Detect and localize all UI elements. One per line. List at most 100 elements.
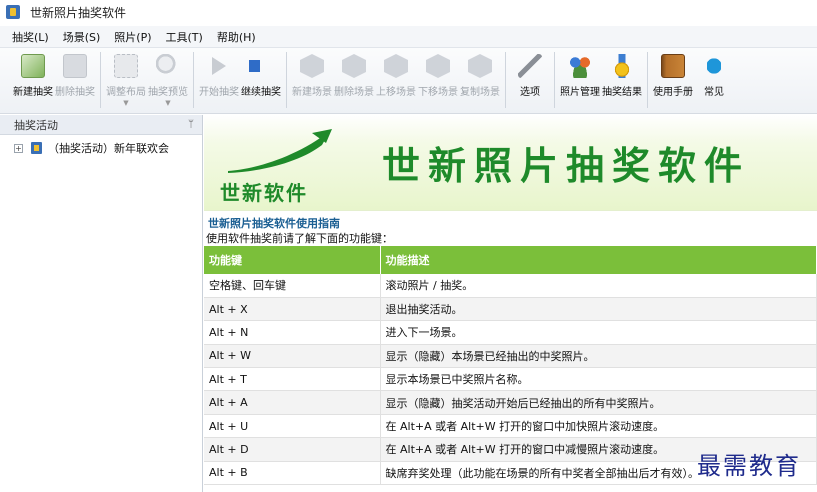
shortcut-key: Alt + U bbox=[204, 414, 381, 439]
move-up-scene-label: 上移场景 bbox=[376, 87, 416, 98]
toolbar: 新建抽奖 删除抽奖 调整布局 ▼ 抽奖预览 ▼ 开始抽奖 继续抽奖 新建场景 删… bbox=[0, 48, 817, 114]
pin-icon[interactable]: ᛘ bbox=[188, 119, 194, 130]
toolbar-separator bbox=[193, 52, 194, 108]
photo-manage-button[interactable]: 照片管理 bbox=[559, 52, 601, 98]
book-icon bbox=[661, 54, 685, 78]
toolbar-separator bbox=[554, 52, 555, 108]
table-row: Alt + X 退出抽奖活动。 bbox=[204, 297, 817, 322]
move-down-scene-button[interactable]: 下移场景 bbox=[417, 52, 459, 98]
lottery-preview-button[interactable]: 抽奖预览 ▼ bbox=[147, 52, 189, 107]
table-header-row: 功能键 功能描述 bbox=[204, 246, 817, 274]
expand-icon[interactable]: + bbox=[14, 143, 23, 153]
copy-scene-icon bbox=[468, 54, 492, 78]
shortcut-key: Alt + D bbox=[204, 437, 381, 462]
logo-text: 世新软件 bbox=[220, 181, 308, 205]
layout-icon bbox=[114, 54, 138, 78]
shortcut-key: Alt + X bbox=[204, 297, 381, 322]
table-row: Alt + W 显示（隐藏）本场景已经抽出的中奖照片。 bbox=[204, 344, 817, 369]
copy-scene-label: 复制场景 bbox=[460, 87, 500, 98]
adjust-layout-button[interactable]: 调整布局 ▼ bbox=[105, 52, 147, 107]
user-manual-label: 使用手册 bbox=[653, 87, 693, 98]
shortcut-description: 退出抽奖活动。 bbox=[380, 297, 817, 322]
new-lottery-button[interactable]: 新建抽奖 bbox=[12, 52, 54, 98]
start-lottery-button[interactable]: 开始抽奖 bbox=[198, 52, 240, 98]
delete-scene-icon bbox=[342, 54, 366, 78]
continue-icon bbox=[249, 55, 273, 77]
shortcut-description: 滚动照片 / 抽奖。 bbox=[380, 274, 817, 298]
banner-title: 世新照片抽奖软件 bbox=[382, 143, 751, 188]
options-button[interactable]: 选项 bbox=[510, 52, 550, 98]
shortcut-key: Alt + N bbox=[204, 320, 381, 345]
move-up-scene-button[interactable]: 上移场景 bbox=[375, 52, 417, 98]
toolbar-separator bbox=[505, 52, 506, 108]
shortcut-description: 显示（隐藏）本场景已经抽出的中奖照片。 bbox=[380, 344, 817, 369]
faq-button[interactable]: 常见 bbox=[694, 52, 734, 98]
new-scene-label: 新建场景 bbox=[292, 87, 332, 98]
panel-title: 抽奖活动 bbox=[14, 118, 58, 132]
delete-scene-label: 删除场景 bbox=[334, 87, 374, 98]
panel-header: 抽奖活动 ᛘ bbox=[0, 115, 202, 135]
table-row: 空格键、回车键 滚动照片 / 抽奖。 bbox=[204, 274, 817, 298]
delete-lottery-button[interactable]: 删除抽奖 bbox=[54, 52, 96, 98]
new-lottery-icon bbox=[21, 54, 45, 78]
banner: 世新软件 世新照片抽奖软件 bbox=[204, 115, 817, 211]
main-content: 世新软件 世新照片抽奖软件 世新照片抽奖软件使用指南 使用软件抽奖前请了解下面的… bbox=[204, 115, 817, 492]
shortcut-description: 进入下一场景。 bbox=[380, 320, 817, 345]
delete-lottery-icon bbox=[63, 54, 87, 78]
table-row: Alt + A 显示（隐藏）抽奖活动开始后已经抽出的所有中奖照片。 bbox=[204, 390, 817, 415]
copy-scene-button[interactable]: 复制场景 bbox=[459, 52, 501, 98]
shortcut-description: 显示本场景已中奖照片名称。 bbox=[380, 367, 817, 392]
delete-lottery-label: 删除抽奖 bbox=[55, 87, 95, 98]
new-lottery-label: 新建抽奖 bbox=[13, 87, 53, 98]
chevron-down-icon[interactable]: ▼ bbox=[165, 99, 170, 107]
preview-icon bbox=[156, 54, 180, 78]
lottery-preview-label: 抽奖预览 bbox=[148, 87, 188, 98]
lottery-activity-icon bbox=[31, 142, 42, 154]
move-down-scene-label: 下移场景 bbox=[418, 87, 458, 98]
shortcut-key: Alt + B bbox=[204, 461, 381, 486]
menu-tools[interactable]: 工具(T) bbox=[166, 29, 203, 45]
menu-photo[interactable]: 照片(P) bbox=[114, 29, 151, 45]
move-down-scene-icon bbox=[426, 54, 450, 78]
lottery-result-button[interactable]: 抽奖结果 bbox=[601, 52, 643, 98]
menu-help[interactable]: 帮助(H) bbox=[217, 29, 256, 45]
start-icon bbox=[212, 57, 226, 75]
new-scene-button[interactable]: 新建场景 bbox=[291, 52, 333, 98]
adjust-layout-label: 调整布局 bbox=[106, 87, 146, 98]
user-manual-button[interactable]: 使用手册 bbox=[652, 52, 694, 98]
move-up-scene-icon bbox=[384, 54, 408, 78]
watermark-text: 最需教育 bbox=[697, 452, 801, 480]
options-label: 选项 bbox=[520, 87, 540, 98]
table-row: Alt + U 在 Alt+A 或者 Alt+W 打开的窗口中加快照片滚动速度。 bbox=[204, 414, 817, 439]
lottery-result-label: 抽奖结果 bbox=[602, 87, 642, 98]
photo-manage-icon bbox=[568, 54, 592, 78]
logo-swoosh-icon bbox=[228, 129, 332, 173]
app-icon bbox=[6, 5, 20, 19]
medal-icon bbox=[610, 54, 634, 78]
shortcut-key: Alt + A bbox=[204, 390, 381, 415]
faq-label: 常见 bbox=[704, 87, 724, 98]
new-scene-icon bbox=[300, 54, 324, 78]
toolbar-separator bbox=[647, 52, 648, 108]
column-header-key: 功能键 bbox=[204, 246, 381, 274]
guide-intro: 使用软件抽奖前请了解下面的功能键： bbox=[206, 232, 393, 245]
menu-scene[interactable]: 场景(S) bbox=[63, 29, 101, 45]
guide-title: 世新照片抽奖软件使用指南 bbox=[208, 217, 340, 230]
shortcut-description: 在 Alt+A 或者 Alt+W 打开的窗口中加快照片滚动速度。 bbox=[380, 414, 817, 439]
chevron-down-icon[interactable]: ▼ bbox=[123, 99, 128, 107]
menu-bar: 抽奖(L) 场景(S) 照片(P) 工具(T) 帮助(H) bbox=[0, 26, 817, 48]
menu-lottery[interactable]: 抽奖(L) bbox=[12, 29, 49, 45]
tree-item-label: （抽奖活动）新年联欢会 bbox=[48, 142, 169, 155]
shortcut-key: Alt + T bbox=[204, 367, 381, 392]
delete-scene-button[interactable]: 删除场景 bbox=[333, 52, 375, 98]
title-bar: 世新照片抽奖软件 bbox=[0, 0, 817, 24]
table-row: Alt + N 进入下一场景。 bbox=[204, 320, 817, 345]
continue-lottery-button[interactable]: 继续抽奖 bbox=[240, 52, 282, 98]
column-header-description: 功能描述 bbox=[380, 246, 817, 274]
help-icon bbox=[707, 54, 721, 78]
toolbar-separator bbox=[100, 52, 101, 108]
tree-item-new-year-party[interactable]: + （抽奖活动）新年联欢会 bbox=[0, 139, 202, 157]
table-row: Alt + T 显示本场景已中奖照片名称。 bbox=[204, 367, 817, 392]
window-title: 世新照片抽奖软件 bbox=[30, 5, 127, 20]
lottery-activity-panel: 抽奖活动 ᛘ + （抽奖活动）新年联欢会 bbox=[0, 115, 203, 492]
